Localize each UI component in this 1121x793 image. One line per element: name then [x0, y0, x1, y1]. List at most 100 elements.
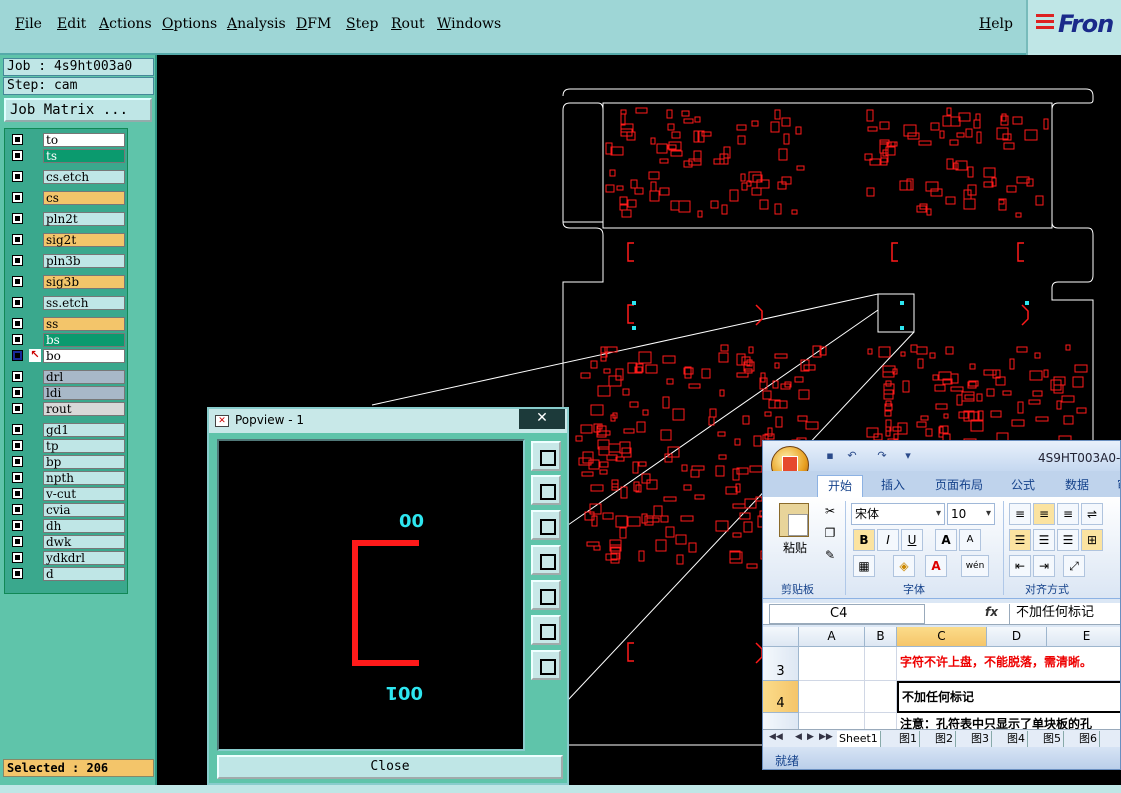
redo-icon[interactable]: ↷: [875, 449, 889, 463]
cut-icon[interactable]: ✂: [819, 501, 841, 523]
sheet-tab-6[interactable]: 图5: [1041, 731, 1064, 747]
layer-name[interactable]: sig3b: [43, 275, 125, 289]
layer-name[interactable]: ss: [43, 317, 125, 331]
layer-name[interactable]: cs: [43, 191, 125, 205]
layer-name[interactable]: tp: [43, 439, 125, 453]
layer-checkbox[interactable]: [12, 318, 23, 329]
layer-row-dwk[interactable]: dwk: [7, 535, 127, 549]
tab-data[interactable]: 数据: [1055, 475, 1099, 497]
layer-row-to[interactable]: to: [7, 133, 127, 147]
font-name-combo[interactable]: 宋体: [851, 503, 945, 525]
col-head-e[interactable]: E: [1047, 627, 1120, 647]
layer-name[interactable]: bs: [43, 333, 125, 347]
cell-c3[interactable]: 字符不许上盘，不能脱落，需清晰。: [897, 647, 1120, 681]
font-color-icon[interactable]: A: [925, 555, 947, 577]
tab-home[interactable]: 开始: [817, 475, 864, 497]
copy-icon[interactable]: ❐: [819, 523, 841, 545]
layer-checkbox[interactable]: [12, 520, 23, 531]
cell-b4[interactable]: [865, 681, 897, 713]
layer-checkbox[interactable]: [12, 371, 23, 382]
layer-checkbox[interactable]: [12, 504, 23, 515]
layer-name[interactable]: pln3b: [43, 254, 125, 268]
layer-name[interactable]: to: [43, 133, 125, 147]
layer-checkbox[interactable]: [12, 488, 23, 499]
merge-center-icon[interactable]: ⊞: [1081, 529, 1103, 551]
layer-checkbox[interactable]: [12, 536, 23, 547]
layer-row-d[interactable]: d: [7, 567, 127, 581]
tab-page-layout[interactable]: 页面布局: [925, 475, 993, 497]
sheet-first-icon[interactable]: ◀◀: [769, 732, 783, 742]
sheet-tab-1[interactable]: Sheet1: [837, 731, 881, 747]
menu-rout[interactable]: Rout: [391, 16, 425, 32]
menu-options[interactable]: Options: [162, 16, 217, 32]
excel-titlebar[interactable]: ▪ ↶ ↷ ▾ 4S9HT003A0-预: [763, 441, 1120, 471]
layer-checkbox[interactable]: [12, 568, 23, 579]
popview-titlebar[interactable]: ✕ Popview - 1 ✕: [209, 409, 567, 433]
close-button[interactable]: Close: [217, 755, 563, 779]
layer-row-bp[interactable]: bp: [7, 455, 127, 469]
layer-row-sig2t[interactable]: sig2t: [7, 233, 127, 247]
layer-row-ts[interactable]: ts: [7, 149, 127, 163]
col-head-c[interactable]: C: [897, 627, 987, 647]
layer-name[interactable]: ss.etch: [43, 296, 125, 310]
sheet-next-icon[interactable]: ▶: [807, 732, 814, 742]
layer-checkbox[interactable]: [12, 276, 23, 287]
pan-left-icon[interactable]: [531, 545, 561, 575]
bold-button[interactable]: B: [853, 529, 875, 551]
menu-dfm[interactable]: DFM: [296, 16, 331, 32]
layer-checkbox[interactable]: [12, 150, 23, 161]
phonetic-button[interactable]: wén: [961, 555, 989, 577]
fx-icon[interactable]: fx: [985, 605, 998, 619]
menu-actions[interactable]: Actions: [99, 16, 152, 32]
pan-up-icon[interactable]: [531, 475, 561, 505]
layer-row-ss[interactable]: ss: [7, 317, 127, 331]
layer-checkbox[interactable]: [12, 552, 23, 563]
layer-row-tp[interactable]: tp: [7, 439, 127, 453]
layer-checkbox[interactable]: [12, 297, 23, 308]
zoom-in-icon[interactable]: [531, 615, 561, 645]
popview-viewport[interactable]: 00 001: [217, 439, 525, 751]
col-head-d[interactable]: D: [987, 627, 1047, 647]
layer-name[interactable]: drl: [43, 370, 125, 384]
increase-indent-icon[interactable]: ⇥: [1033, 555, 1055, 577]
sheet-last-icon[interactable]: ▶▶: [819, 732, 833, 742]
save-icon[interactable]: ▪: [823, 449, 837, 463]
wrap-text-icon[interactable]: ⇌: [1081, 503, 1103, 525]
layer-name[interactable]: dwk: [43, 535, 125, 549]
italic-button[interactable]: I: [877, 529, 899, 551]
decrease-indent-icon[interactable]: ⇤: [1009, 555, 1031, 577]
menu-help[interactable]: Help: [979, 16, 1013, 32]
layer-name[interactable]: ydkdrl: [43, 551, 125, 565]
menu-edit[interactable]: Edit: [57, 16, 86, 32]
align-middle-icon[interactable]: ≡: [1033, 503, 1055, 525]
sheet-tab-4[interactable]: 图3: [969, 731, 992, 747]
sheet-tab-7[interactable]: 图6: [1077, 731, 1100, 747]
col-head-a[interactable]: A: [799, 627, 865, 647]
layer-name[interactable]: pln2t: [43, 212, 125, 226]
cell-c4[interactable]: 不加任何标记: [897, 681, 1120, 713]
close-icon[interactable]: ✕: [519, 409, 565, 429]
layer-checkbox[interactable]: [12, 440, 23, 451]
layer-row-cvia[interactable]: cvia: [7, 503, 127, 517]
layer-row-sig3b[interactable]: sig3b: [7, 275, 127, 289]
pan-right-icon[interactable]: [531, 580, 561, 610]
tab-review[interactable]: 审: [1107, 475, 1120, 497]
sheet-tab-3[interactable]: 图2: [933, 731, 956, 747]
undo-icon[interactable]: ↶: [845, 449, 859, 463]
layer-row-ldi[interactable]: ldi: [7, 386, 127, 400]
row-head-3[interactable]: 3: [763, 647, 799, 681]
layer-checkbox[interactable]: [12, 334, 23, 345]
layer-checkbox[interactable]: [12, 403, 23, 414]
layer-row-npth[interactable]: npth: [7, 471, 127, 485]
tab-formulas[interactable]: 公式: [1001, 475, 1045, 497]
layer-row-ydkdrl[interactable]: ydkdrl: [7, 551, 127, 565]
row-head-4[interactable]: 4: [763, 681, 799, 713]
name-box[interactable]: C4: [769, 604, 925, 624]
fill-color-icon[interactable]: ◈: [893, 555, 915, 577]
layer-row-dh[interactable]: dh: [7, 519, 127, 533]
align-top-icon[interactable]: ≡: [1009, 503, 1031, 525]
sheet-tab-5[interactable]: 图4: [1005, 731, 1028, 747]
zoom-fit-icon[interactable]: [531, 441, 561, 471]
align-right-icon[interactable]: ☰: [1057, 529, 1079, 551]
layer-row-drl[interactable]: drl: [7, 370, 127, 384]
